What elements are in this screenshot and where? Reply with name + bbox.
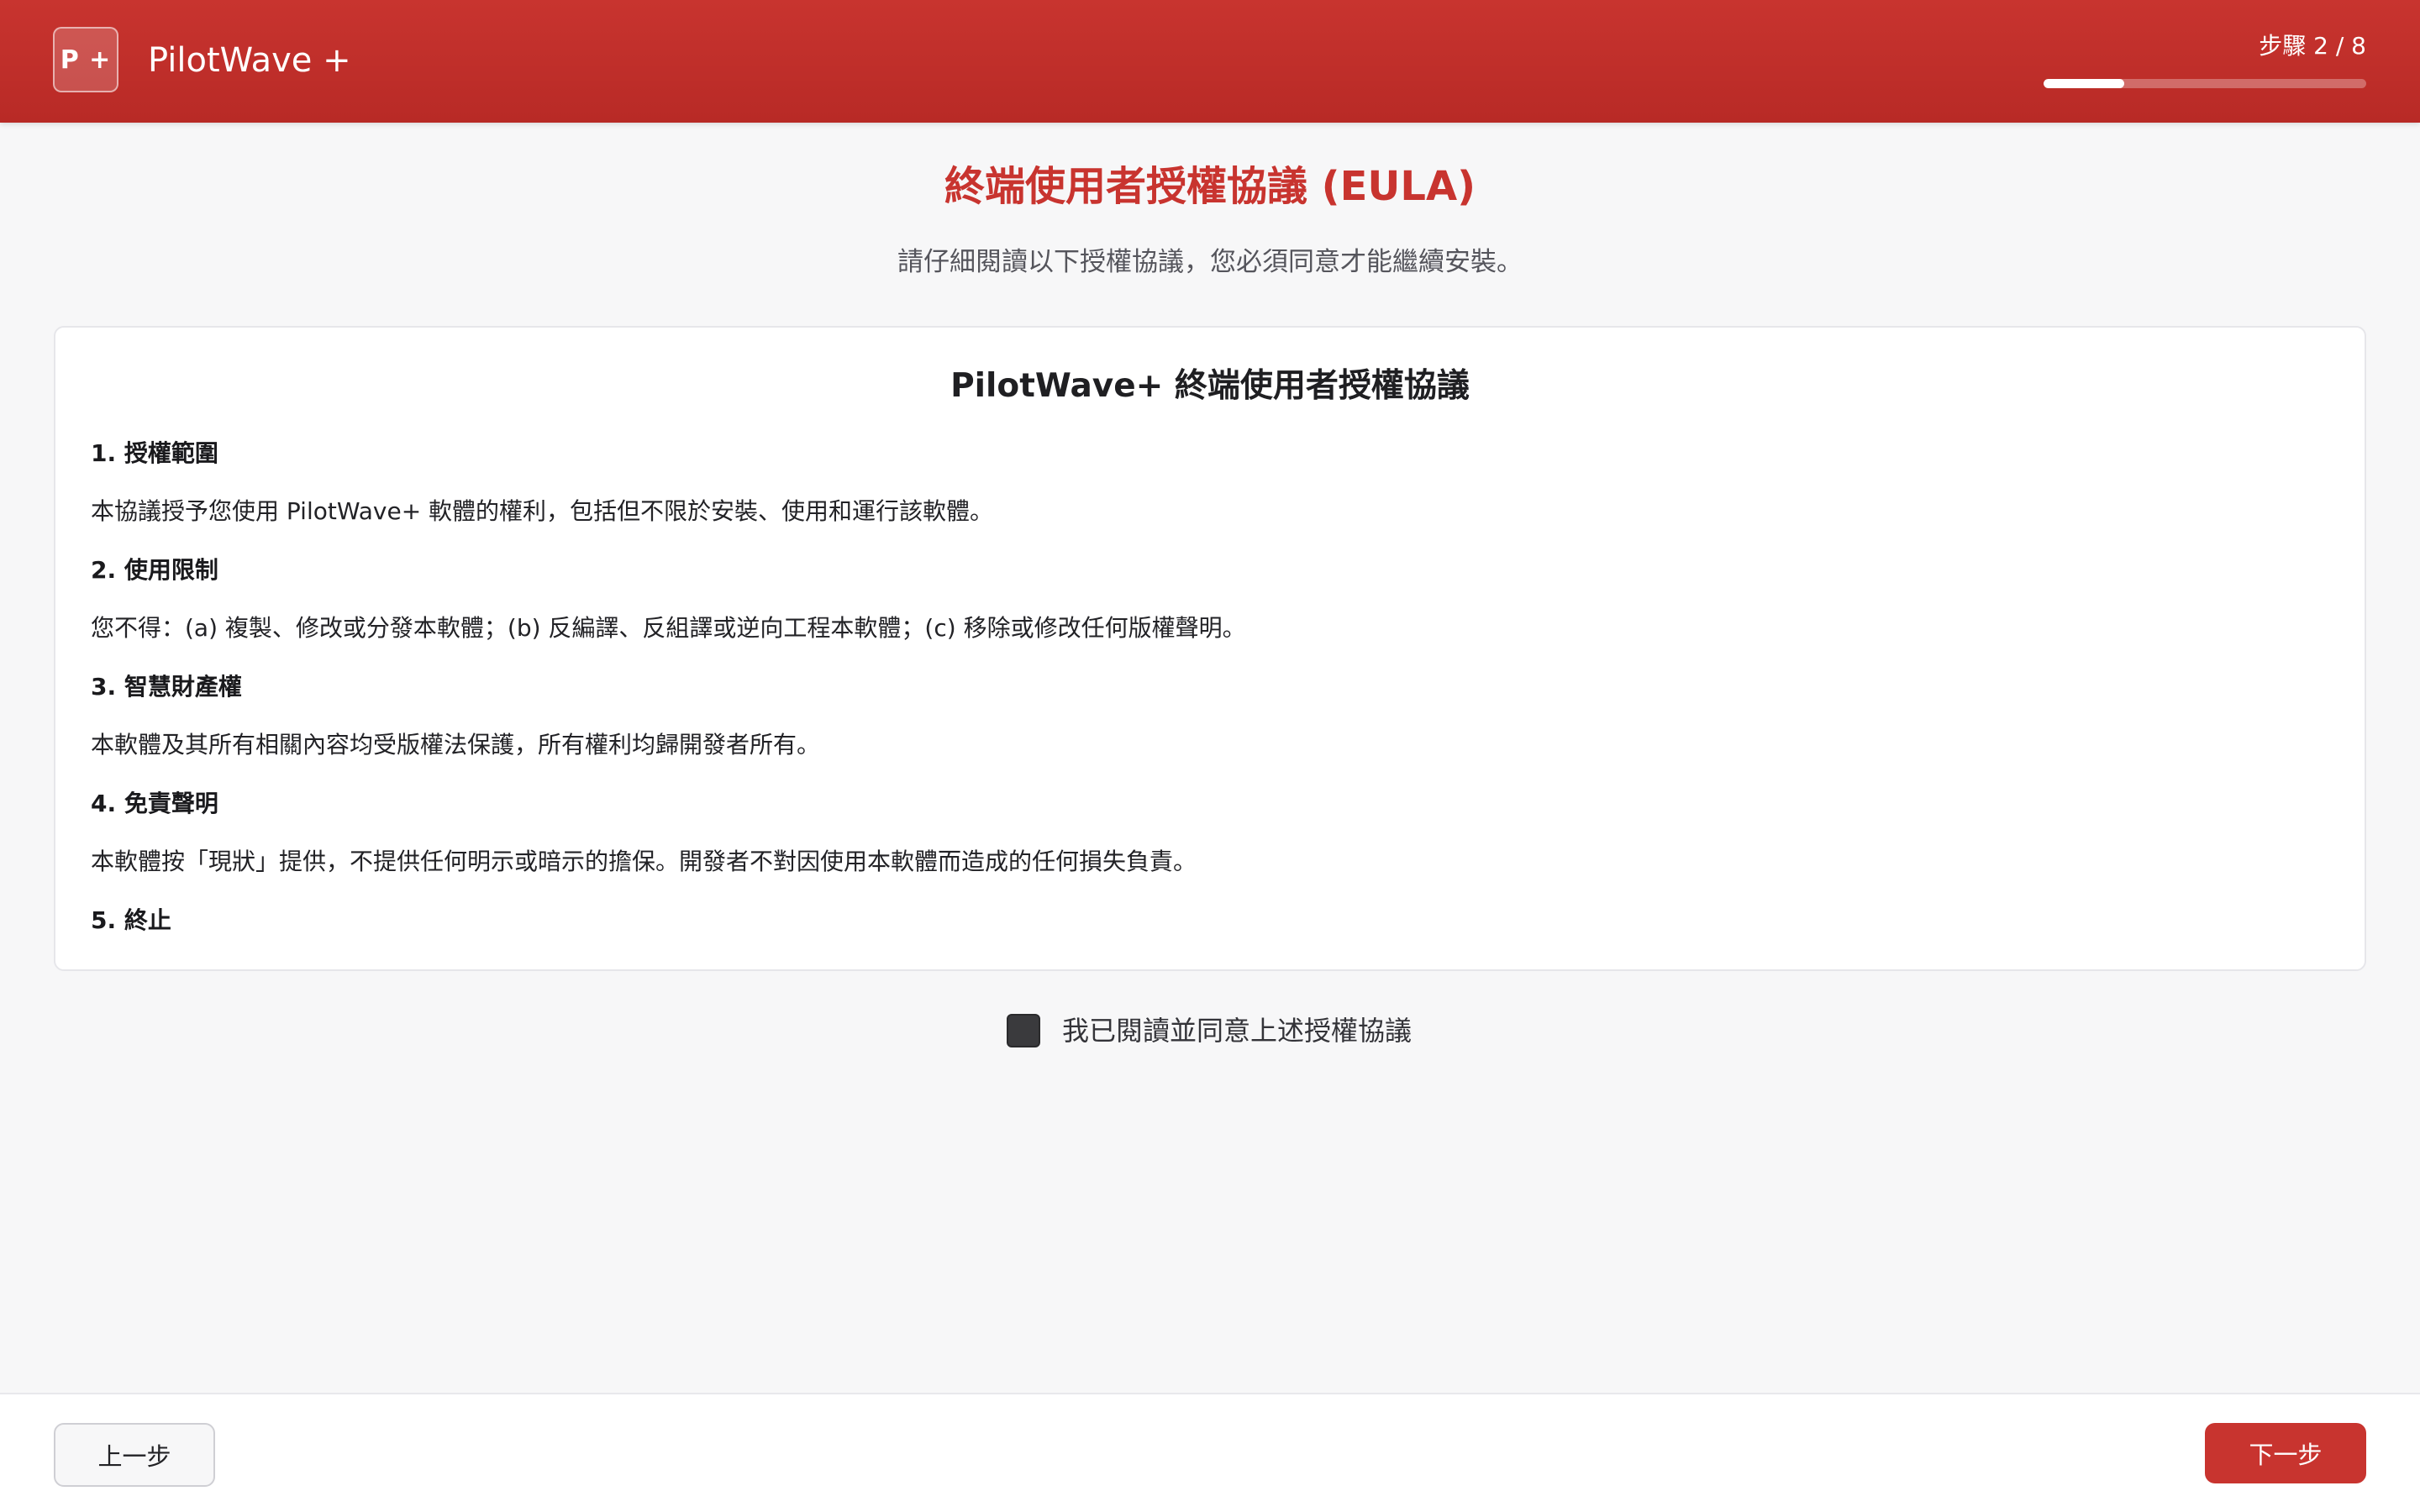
eula-section-title: 4. 免責聲明 xyxy=(91,790,218,817)
eula-section-title: 2. 使用限制 xyxy=(91,556,218,584)
agree-checkbox-row[interactable]: 我已閱讀並同意上述授權協議 xyxy=(1007,1013,1412,1048)
next-button[interactable]: 下一步 xyxy=(2205,1423,2366,1483)
eula-section-body: 本軟體及其所有相關內容均受版權法保護，所有權利均歸開發者所有。 xyxy=(91,731,821,759)
eula-section-body: 本軟體按「現狀」提供，不提供任何明示或暗示的擔保。開發者不對因使用本軟體而造成的… xyxy=(91,848,1197,875)
eula-section-title: 3. 智慧財產權 xyxy=(91,673,242,701)
page-title: 終端使用者授權協議 (EULA) xyxy=(944,163,1476,210)
eula-section-title: 1. 授權範圍 xyxy=(91,439,218,467)
agree-checkbox-label[interactable]: 我已閱讀並同意上述授權協議 xyxy=(1062,1014,1412,1047)
eula-section-body: 本協議授予您使用 PilotWave+ 軟體的權利，包括但不限於安裝、使用和運行… xyxy=(91,497,994,525)
app-header: P + PilotWave + 步驟 2 / 8 xyxy=(0,0,2420,123)
progress-bar xyxy=(2044,79,2366,88)
progress-bar-fill xyxy=(2044,79,2124,88)
step-indicator: 步驟 2 / 8 xyxy=(2259,32,2366,60)
eula-section-title: 5. 終止 xyxy=(91,906,171,934)
eula-section-body: 您不得：(a) 複製、修改或分發本軟體；(b) 反編譯、反組譯或逆向工程本軟體；… xyxy=(91,614,1246,642)
app-title: PilotWave + xyxy=(148,41,351,80)
eula-heading: PilotWave+ 終端使用者授權協議 xyxy=(950,367,1470,405)
eula-text-panel[interactable]: PilotWave+ 終端使用者授權協議 1. 授權範圍 本協議授予您使用 Pi… xyxy=(54,326,2366,971)
wizard-footer: 上一步 下一步 xyxy=(0,1393,2420,1512)
page-subtitle: 請仔細閱讀以下授權協議，您必須同意才能繼續安裝。 xyxy=(897,247,1523,277)
agree-checkbox[interactable] xyxy=(1007,1014,1040,1047)
back-button[interactable]: 上一步 xyxy=(54,1423,215,1487)
app-logo: P + xyxy=(53,27,118,92)
